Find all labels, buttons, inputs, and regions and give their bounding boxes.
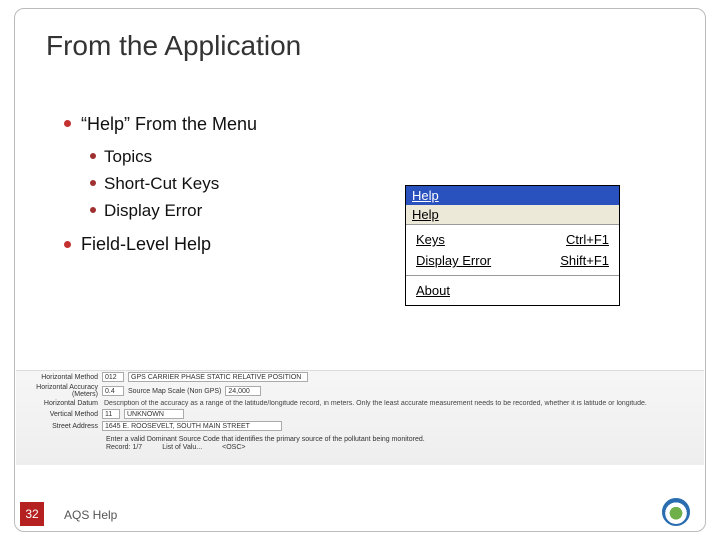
footer-text: AQS Help (64, 508, 117, 522)
bullet-field-level-help: Field-Level Help (64, 230, 257, 259)
fs-label-horizontal-method: Horizontal Method (20, 374, 98, 381)
fs-field[interactable]: 1645 E. ROOSEVELT, SOUTH MAIN STREET (102, 421, 282, 431)
menu-item-about[interactable]: About (406, 280, 619, 301)
slide-number-badge: 32 (20, 502, 44, 526)
epa-logo-icon (662, 498, 690, 526)
menu-item-accel: Ctrl+F1 (566, 232, 609, 247)
fs-record-indicator: Record: 1/7 (106, 444, 142, 451)
fs-field[interactable]: 11 (102, 409, 120, 419)
fs-label-horizontal-datum: Horizontal Datum (20, 400, 98, 407)
menu-header-help[interactable]: Help (406, 205, 619, 225)
fs-field[interactable]: GPS CARRIER PHASE STATIC RELATIVE POSITI… (128, 372, 308, 382)
slide-title: From the Application (46, 30, 301, 62)
bullet-topics: Topics (90, 143, 257, 170)
fs-label-vertical-method: Vertical Method (20, 411, 98, 418)
fs-field[interactable]: 24,000 (225, 386, 261, 396)
help-menu-dropdown: Help Help Keys Ctrl+F1 Display Error Shi… (405, 185, 620, 306)
form-screenshot: Horizontal Method 012 GPS CARRIER PHASE … (16, 370, 704, 465)
menu-item-label: Keys (416, 232, 445, 247)
fs-field[interactable]: 012 (102, 372, 124, 382)
fs-label-source-map-scale: Source Map Scale (Non GPS) (128, 388, 221, 395)
fs-field[interactable]: UNKNOWN (124, 409, 184, 419)
fs-description-text: Description of the accuracy as a range o… (104, 400, 647, 407)
fs-status-hint: Enter a valid Dominant Source Code that … (106, 436, 704, 443)
bullet-list: “Help” From the Menu Topics Short-Cut Ke… (64, 110, 257, 263)
fs-field[interactable]: 0.4 (102, 386, 124, 396)
menu-item-label: Display Error (416, 253, 491, 268)
menu-separator (406, 275, 619, 276)
bullet-display-error: Display Error (90, 197, 257, 224)
fs-label-horizontal-accuracy: Horizontal Accuracy (Meters) (20, 384, 98, 398)
menu-bar-help-selected[interactable]: Help (406, 186, 619, 205)
bullet-help-menu: “Help” From the Menu (64, 110, 257, 139)
fs-list-of-values: List of Valu... (162, 444, 202, 451)
bullet-shortcut-keys: Short-Cut Keys (90, 170, 257, 197)
fs-osc-indicator: <OSC> (222, 444, 245, 451)
menu-item-accel: Shift+F1 (560, 253, 609, 268)
menu-item-keys[interactable]: Keys Ctrl+F1 (406, 229, 619, 250)
menu-item-display-error[interactable]: Display Error Shift+F1 (406, 250, 619, 271)
menu-item-label: About (416, 283, 450, 298)
fs-label-street-address: Street Address (20, 423, 98, 430)
